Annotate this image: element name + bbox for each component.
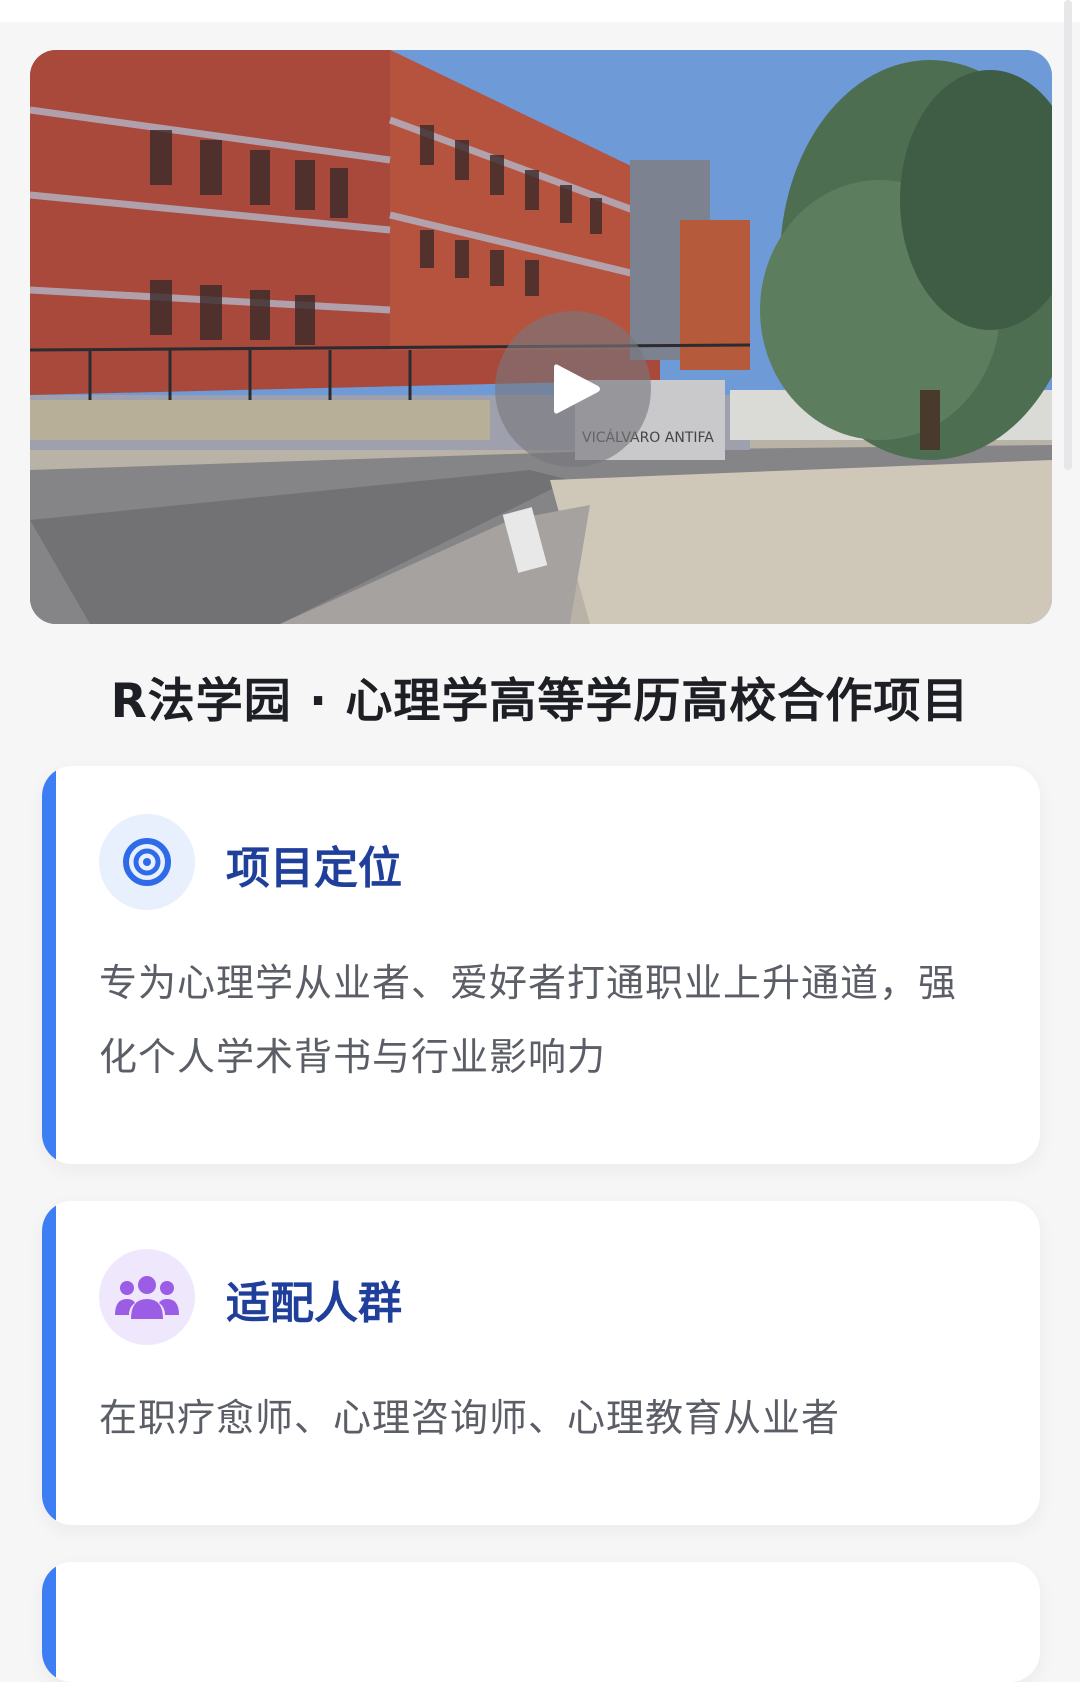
target-icon <box>123 838 171 886</box>
target-audience-card: 适配人群 在职疗愈师、心理咨询师、心理教育从业者 <box>42 1201 1040 1525</box>
users-icon-badge <box>99 1249 195 1345</box>
play-button[interactable] <box>495 311 651 467</box>
scrollbar[interactable] <box>1064 0 1072 470</box>
card-title: 适配人群 <box>226 1278 402 1329</box>
card-description: 在职疗愈师、心理咨询师、心理教育从业者 <box>99 1396 841 1440</box>
project-positioning-card: 项目定位 专为心理学从业者、爱好者打通职业上升通道，强化个人学术背书与行业影响力 <box>42 766 1040 1164</box>
target-icon-badge <box>99 814 195 910</box>
page-title: R法学园 · 心理学高等学历高校合作项目 <box>110 674 970 729</box>
users-group-icon <box>115 1276 179 1319</box>
video-player[interactable]: VICÁLVARO ANTIFA <box>30 50 1052 624</box>
play-icon <box>554 364 600 414</box>
card-title: 项目定位 <box>226 843 402 894</box>
top-bar <box>0 0 1080 22</box>
card-description: 专为心理学从业者、爱好者打通职业上升通道，强化个人学术背书与行业影响力 <box>99 961 958 1079</box>
next-card <box>42 1562 1040 1682</box>
